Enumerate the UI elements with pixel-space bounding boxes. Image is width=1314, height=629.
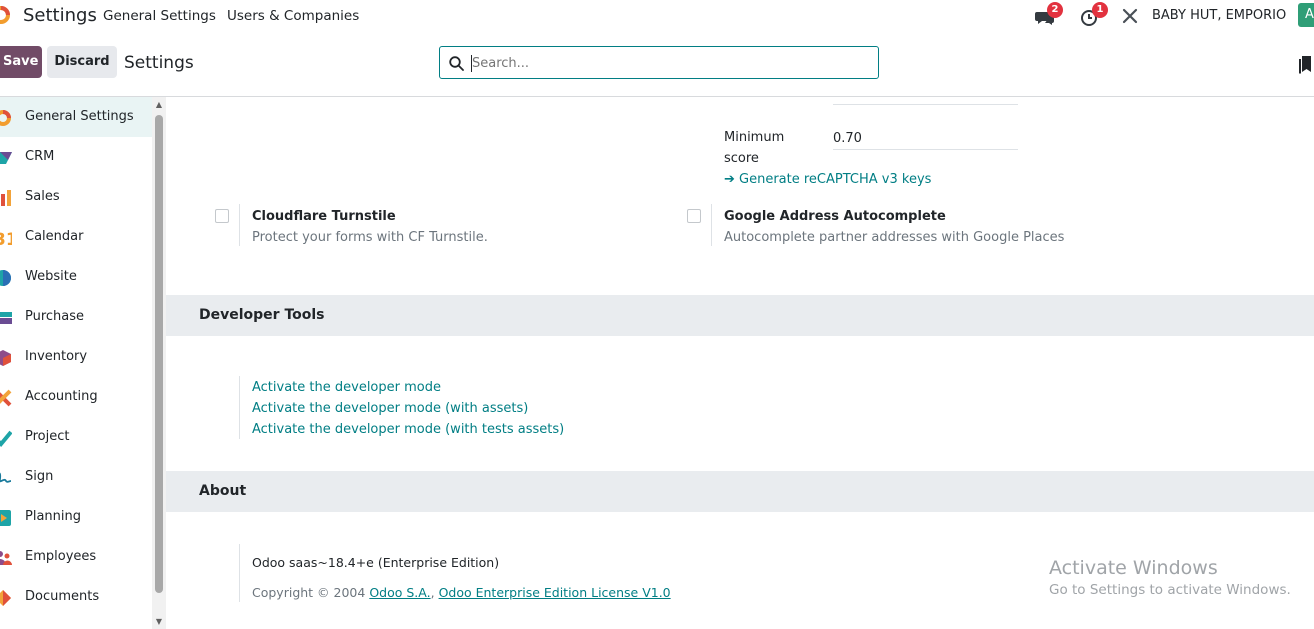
about-section-header: About: [166, 471, 1314, 512]
purchase-icon: [0, 312, 12, 324]
sidebar-item-crm[interactable]: CRM: [0, 137, 152, 177]
google-address-autocomplete-checkbox[interactable]: [687, 209, 701, 223]
field-underline: [833, 104, 1018, 105]
user-avatar[interactable]: A: [1298, 3, 1314, 27]
sign-icon: [0, 472, 12, 483]
comma-separator: ,: [430, 585, 435, 600]
bookmark-icon[interactable]: [1299, 56, 1313, 74]
documents-icon: [0, 590, 11, 606]
activities-button[interactable]: 1: [1080, 0, 1108, 32]
sidebar-item-sign[interactable]: Sign: [0, 457, 152, 497]
website-icon: [0, 270, 11, 286]
activate-developer-mode-assets-link[interactable]: Activate the developer mode (with assets…: [252, 401, 528, 416]
sidebar-item-label: Accounting: [25, 389, 98, 404]
crm-icon: [0, 152, 12, 164]
sidebar-item-accounting[interactable]: Accounting: [0, 377, 152, 417]
inventory-icon: [0, 350, 11, 366]
sidebar-item-label: Inventory: [25, 349, 88, 364]
activate-windows-watermark-subtitle: Go to Settings to activate Windows.: [1049, 582, 1291, 598]
sidebar-item-planning[interactable]: Planning: [0, 497, 152, 537]
employees-icon: [0, 551, 12, 565]
project-icon: [0, 430, 12, 447]
google-address-autocomplete-title: Google Address Autocomplete: [724, 209, 946, 224]
calendar-icon: 31: [0, 230, 12, 247]
app-title[interactable]: Settings: [23, 5, 97, 26]
search-box[interactable]: [439, 46, 879, 79]
sidebar-item-inventory[interactable]: Inventory: [0, 337, 152, 377]
setting-divider: [239, 376, 240, 439]
sidebar-item-label: Sales: [25, 189, 60, 204]
developer-tools-section-header: Developer Tools: [166, 295, 1314, 336]
copyright-line: Copyright © 2004 Odoo S.A., Odoo Enterpr…: [252, 585, 671, 600]
sidebar-item-employees[interactable]: Employees: [0, 537, 152, 577]
accounting-icon: [0, 389, 12, 407]
sidebar-item-label: Documents: [25, 589, 100, 604]
sales-icon: [1, 190, 11, 206]
scroll-down-arrow[interactable]: ▼: [153, 617, 165, 627]
min-score-input[interactable]: 0.70: [833, 131, 862, 146]
min-score-label-line1: Minimum: [724, 130, 785, 145]
activities-badge: 1: [1092, 2, 1108, 18]
search-icon: [449, 56, 464, 71]
planning-icon: [0, 510, 11, 526]
cloudflare-turnstile-description: Protect your forms with CF Turnstile.: [252, 230, 488, 245]
messages-badge: 2: [1047, 2, 1063, 18]
svg-text:31: 31: [0, 230, 12, 247]
nav-general-settings[interactable]: General Settings: [103, 8, 216, 24]
scrollbar-thumb[interactable]: [155, 115, 163, 593]
settings-sidebar: General Settings CRM Sales 31 Calendar W…: [0, 97, 152, 629]
sidebar-item-label: Calendar: [25, 229, 84, 244]
sidebar-item-label: General Settings: [25, 109, 134, 124]
cloudflare-turnstile-checkbox[interactable]: [215, 209, 229, 223]
cloudflare-turnstile-title: Cloudflare Turnstile: [252, 209, 396, 224]
sidebar-item-label: Planning: [25, 509, 81, 524]
messages-button[interactable]: 2: [1035, 0, 1063, 32]
sidebar-item-general-settings[interactable]: General Settings: [0, 97, 152, 137]
min-score-label-line2: score: [724, 151, 759, 166]
odoo-sa-link[interactable]: Odoo S.A.: [369, 585, 430, 600]
setting-divider: [711, 204, 712, 246]
search-input[interactable]: [472, 53, 862, 73]
company-switcher[interactable]: BABY HUT, EMPORIO: [1152, 8, 1286, 23]
sidebar-item-label: Sign: [25, 469, 54, 484]
discard-button[interactable]: Discard: [47, 46, 117, 78]
sidebar-item-website[interactable]: Website: [0, 257, 152, 297]
developer-tools-heading: Developer Tools: [199, 307, 325, 323]
activate-windows-watermark-title: Activate Windows: [1049, 557, 1218, 579]
odoo-settings-icon[interactable]: [0, 6, 10, 24]
sidebar-item-label: Website: [25, 269, 77, 284]
license-link[interactable]: Odoo Enterprise Edition License V1.0: [439, 585, 671, 600]
google-address-autocomplete-description: Autocomplete partner addresses with Goog…: [724, 230, 1065, 245]
sidebar-item-label: Purchase: [25, 309, 85, 324]
sidebar-item-documents[interactable]: Documents: [0, 577, 152, 617]
save-button[interactable]: Save: [0, 46, 42, 78]
top-navbar: Settings General Settings Users & Compan…: [0, 0, 1314, 32]
settings-content: Minimum score 0.70 ➔ Generate reCAPTCHA …: [166, 97, 1314, 629]
sidebar-item-purchase[interactable]: Purchase: [0, 297, 152, 337]
activate-developer-mode-link[interactable]: Activate the developer mode: [252, 380, 441, 395]
field-underline: [833, 149, 1018, 150]
nav-users-companies[interactable]: Users & Companies: [227, 8, 359, 24]
about-heading: About: [199, 483, 247, 499]
sidebar-item-project[interactable]: Project: [0, 417, 152, 457]
sidebar-item-label: Project: [25, 429, 70, 444]
odoo-logo-icon: [0, 110, 11, 126]
sidebar-item-sales[interactable]: Sales: [0, 177, 152, 217]
setting-divider: [239, 204, 240, 246]
sidebar-item-calendar[interactable]: 31 Calendar: [0, 217, 152, 257]
scroll-up-arrow[interactable]: ▲: [153, 100, 165, 110]
copyright-prefix: Copyright © 2004: [252, 585, 366, 600]
generate-recaptcha-keys-link[interactable]: ➔ Generate reCAPTCHA v3 keys: [724, 172, 931, 187]
setting-divider: [239, 544, 240, 602]
breadcrumb: Settings: [124, 53, 194, 73]
activate-developer-mode-tests-assets-link[interactable]: Activate the developer mode (with tests …: [252, 422, 564, 437]
debug-tools-icon[interactable]: [1121, 7, 1139, 25]
sidebar-item-label: Employees: [25, 549, 97, 564]
sidebar-item-label: CRM: [25, 149, 55, 164]
text-caret: [471, 55, 472, 72]
odoo-version: Odoo saas~18.4+e (Enterprise Edition): [252, 555, 500, 570]
